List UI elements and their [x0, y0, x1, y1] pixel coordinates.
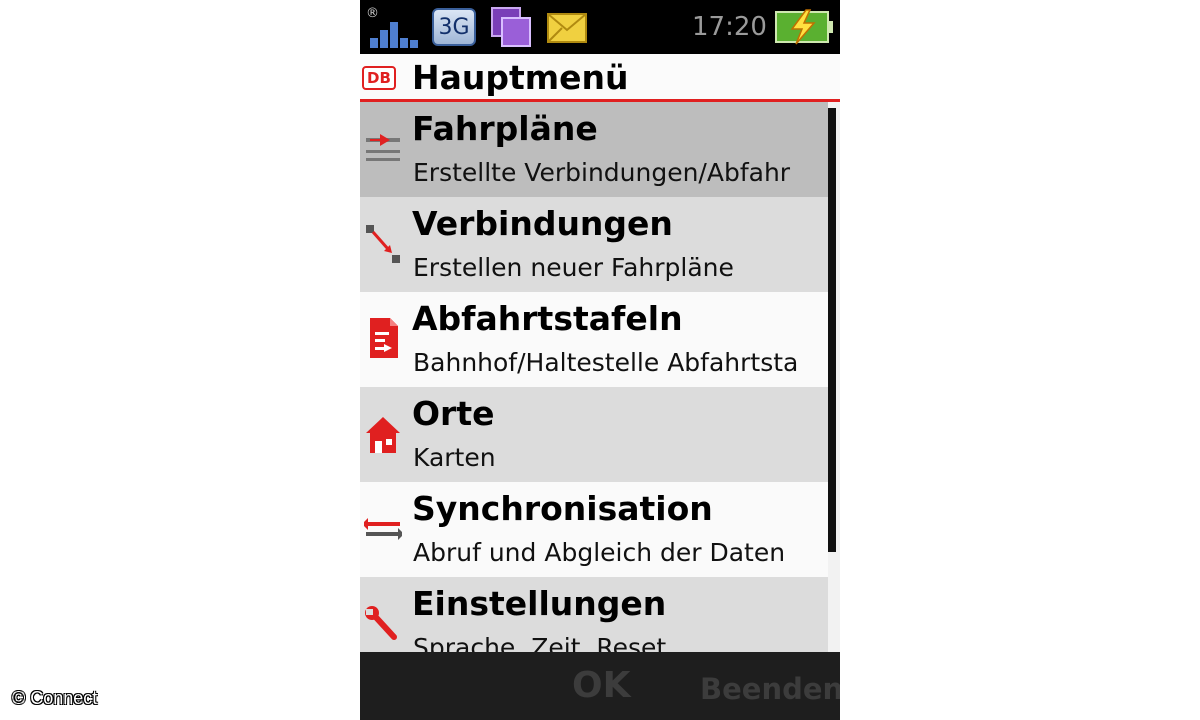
- status-bar: ® 3G 17:20: [360, 0, 840, 54]
- timetable-icon: [366, 134, 400, 161]
- menu-item-subtitle: Karten: [413, 443, 496, 472]
- menu-item-fahrplaene[interactable]: Fahrpläne Erstellte Verbindungen/Abfahr: [360, 102, 828, 197]
- house-icon: [366, 417, 400, 453]
- envelope-icon: [547, 13, 587, 43]
- menu-item-title: Einstellungen: [412, 584, 667, 623]
- clock: 17:20: [692, 12, 767, 42]
- menu-item-verbindungen[interactable]: Verbindungen Erstellen neuer Fahrpläne: [360, 197, 828, 292]
- softkey-bar: OK Beenden: [360, 652, 840, 720]
- title-bar: DB Hauptmenü: [360, 54, 840, 102]
- menu-item-title: Abfahrtstafeln: [412, 299, 683, 338]
- message-icon: [491, 7, 531, 47]
- menu-item-subtitle: Bahnhof/Haltestelle Abfahrtsta: [413, 348, 799, 377]
- svg-text:®: ®: [366, 6, 379, 21]
- copyright-watermark: © Connect: [12, 688, 98, 708]
- signal-bars-icon: ®: [366, 6, 418, 48]
- scrollbar[interactable]: [828, 108, 836, 552]
- departure-board-icon: [370, 318, 398, 358]
- menu-item-subtitle: Erstellen neuer Fahrpläne: [413, 253, 734, 282]
- wrench-icon: [365, 606, 397, 640]
- menu-item-title: Verbindungen: [412, 204, 673, 243]
- main-menu-list: Fahrpläne Erstellte Verbindungen/Abfahr …: [360, 102, 828, 652]
- db-logo: DB: [362, 66, 396, 90]
- page-title: Hauptmenü: [412, 58, 629, 97]
- menu-item-abfahrtstafeln[interactable]: Abfahrtstafeln Bahnhof/Haltestelle Abfah…: [360, 292, 828, 387]
- menu-item-title: Fahrpläne: [412, 109, 598, 148]
- network-3g-badge: 3G: [432, 8, 476, 46]
- menu-item-title: Synchronisation: [412, 489, 713, 528]
- sync-icon: [364, 518, 402, 540]
- phone-screen: ® 3G 17:20 DB Hauptmenü Fahrpläne Erstel…: [360, 0, 840, 720]
- menu-item-orte[interactable]: Orte Karten: [360, 387, 828, 482]
- battery-charging-icon: [775, 9, 833, 45]
- menu-item-subtitle: Erstellte Verbindungen/Abfahr: [413, 158, 791, 187]
- exit-softkey[interactable]: Beenden: [700, 670, 840, 708]
- route-icon: [366, 225, 400, 263]
- menu-item-synchronisation[interactable]: Synchronisation Abruf und Abgleich der D…: [360, 482, 828, 577]
- menu-item-subtitle: Abruf und Abgleich der Daten: [413, 538, 786, 567]
- menu-item-einstellungen[interactable]: Einstellungen Sprache, Zeit, Reset: [360, 577, 828, 652]
- menu-item-subtitle: Sprache, Zeit, Reset: [413, 633, 667, 652]
- ok-softkey[interactable]: OK: [572, 664, 631, 708]
- menu-item-title: Orte: [412, 394, 495, 433]
